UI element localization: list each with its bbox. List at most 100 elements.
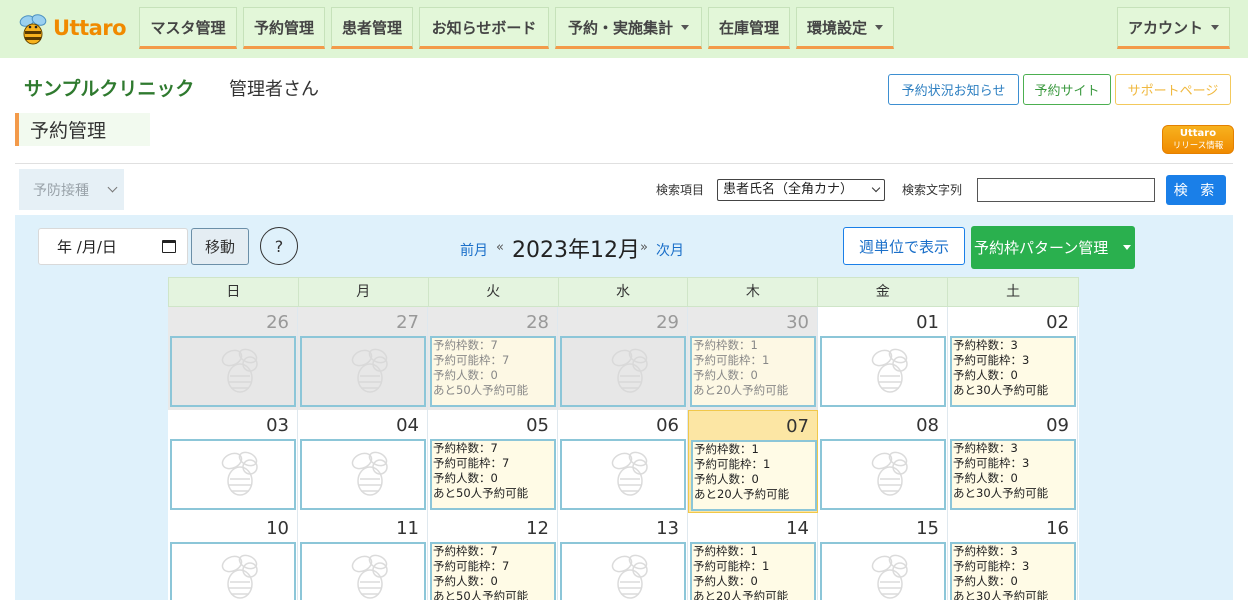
calendar-day-cell[interactable]: 03: [168, 410, 298, 513]
page-title-text: 予約管理: [30, 120, 107, 142]
empty-day-box[interactable]: [170, 542, 296, 600]
reservation-slot-box[interactable]: 予約枠数：7 予約可能枠：7 予約人数：0 あと50人予約可能: [430, 542, 556, 600]
reservation-slot-box[interactable]: 予約枠数：1 予約可能枠：1 予約人数：0 あと20人予約可能: [690, 542, 816, 600]
calendar-day-cell[interactable]: 02 予約枠数：3 予約可能枠：3 予約人数：0 あと30人予約可能: [948, 307, 1078, 410]
weekday-header: 日 月 火 水 木 金 土: [168, 277, 1079, 307]
nav-account[interactable]: アカウント: [1117, 7, 1230, 49]
reservation-slot-box[interactable]: 予約枠数：1 予約可能枠：1 予約人数：0 あと20人予約可能: [690, 336, 816, 407]
calendar-day-cell[interactable]: 13: [558, 513, 688, 600]
slot-info-line: あと50人予約可能: [433, 589, 529, 600]
prev-month-link[interactable]: 前月: [460, 240, 488, 260]
calendar-day-cell[interactable]: 07 予約枠数：1 予約可能枠：1 予約人数：0 あと20人予約可能: [688, 410, 818, 513]
search-item-label: 検索項目: [656, 183, 705, 197]
search-button[interactable]: 検 索: [1166, 175, 1226, 205]
bee-watermark-icon: [221, 451, 258, 496]
nav-reservation-label: 予約管理: [253, 18, 314, 37]
empty-day-box[interactable]: [170, 336, 296, 407]
nav-inventory[interactable]: 在庫管理: [708, 7, 790, 49]
month-calendar: 日 月 火 水 木 金 土 26 27 28 予約枠数：7 予約可能枠：7 予約人数：0 あ…: [168, 277, 1079, 600]
empty-day-box[interactable]: [300, 542, 426, 600]
calendar-day-cell[interactable]: 15: [818, 513, 948, 600]
day-number: 01: [916, 312, 939, 333]
day-number: 12: [526, 518, 549, 539]
slot-info-line: 予約可能枠：1: [693, 353, 770, 367]
reservation-slot-box[interactable]: 予約枠数：1 予約可能枠：1 予約人数：0 あと20人予約可能: [691, 440, 817, 511]
empty-day-box[interactable]: [300, 439, 426, 510]
empty-day-box[interactable]: [820, 439, 946, 510]
reservation-slot-box[interactable]: 予約枠数：7 予約可能枠：7 予約人数：0 あと50人予約可能: [430, 439, 556, 510]
calendar-day-cell[interactable]: 29: [558, 307, 688, 410]
slot-info-line: 予約枠数：3: [953, 544, 1018, 558]
empty-day-box[interactable]: [820, 542, 946, 600]
slot-info-line: 予約人数：0: [953, 368, 1018, 382]
bee-watermark-icon: [351, 451, 388, 496]
date-picker-input[interactable]: 年 /月/日: [38, 228, 188, 265]
nav-master[interactable]: マスタ管理: [139, 7, 237, 49]
slot-info-line: 予約枠数：7: [433, 338, 498, 352]
clinic-name: サンプルクリニック: [24, 78, 195, 100]
nav-notice-board-label: お知らせボード: [431, 18, 537, 37]
nav-account-label: アカウント: [1127, 18, 1203, 37]
nav-notice-board[interactable]: お知らせボード: [419, 7, 549, 49]
next-month-link[interactable]: 次月: [656, 240, 684, 260]
slot-info-line: 予約枠数：1: [694, 442, 759, 456]
reservation-slot-box[interactable]: 予約枠数：3 予約可能枠：3 予約人数：0 あと30人予約可能: [950, 542, 1076, 600]
nav-settings-label: 環境設定: [806, 18, 867, 37]
help-button[interactable]: ?: [260, 227, 298, 265]
reservation-site-button[interactable]: 予約サイト: [1023, 74, 1111, 105]
empty-day-box[interactable]: [170, 439, 296, 510]
slot-info-line: あと30人予約可能: [953, 589, 1049, 600]
calendar-day-cell[interactable]: 01: [818, 307, 948, 410]
calendar-day-cell[interactable]: 28 予約枠数：7 予約可能枠：7 予約人数：0 あと50人予約可能: [428, 307, 558, 410]
calendar-day-cell[interactable]: 16 予約枠数：3 予約可能枠：3 予約人数：0 あと30人予約可能: [948, 513, 1078, 600]
calendar-day-cell[interactable]: 08: [818, 410, 948, 513]
reservation-slot-box[interactable]: 予約枠数：7 予約可能枠：7 予約人数：0 あと50人予約可能: [430, 336, 556, 407]
nav-summary[interactable]: 予約・実施集計: [555, 7, 702, 49]
day-number: 27: [396, 312, 419, 333]
calendar-day-cell[interactable]: 10: [168, 513, 298, 600]
empty-day-box[interactable]: [560, 542, 686, 600]
uttaro-logo[interactable]: Uttaro: [14, 10, 127, 48]
move-button[interactable]: 移動: [191, 228, 249, 265]
nav-summary-label: 予約・実施集計: [567, 18, 673, 37]
search-item-select[interactable]: 患者氏名（全角カナ）: [717, 179, 885, 201]
slot-info-line: 予約人数：0: [953, 471, 1018, 485]
support-page-button[interactable]: サポートページ: [1115, 74, 1231, 105]
calendar-icon[interactable]: [162, 240, 176, 253]
bee-watermark-icon: [221, 348, 258, 393]
calendar-day-cell[interactable]: 26: [168, 307, 298, 410]
empty-day-box[interactable]: [560, 439, 686, 510]
search-item-value: 患者氏名（全角カナ）: [723, 182, 854, 197]
slot-info-line: 予約人数：0: [433, 471, 498, 485]
slot-pattern-button[interactable]: 予約枠パターン管理: [971, 226, 1135, 269]
slot-info-line: 予約枠数：1: [693, 544, 758, 558]
category-select[interactable]: 予防接種: [19, 169, 124, 210]
calendar-day-cell[interactable]: 27: [298, 307, 428, 410]
calendar-day-cell[interactable]: 09 予約枠数：3 予約可能枠：3 予約人数：0 あと30人予約可能: [948, 410, 1078, 513]
nav-reservation[interactable]: 予約管理: [243, 7, 325, 49]
calendar-day-cell[interactable]: 04: [298, 410, 428, 513]
date-picker-placeholder: 年 /月/日: [57, 238, 117, 256]
nav-patients[interactable]: 患者管理: [331, 7, 413, 49]
calendar-day-cell[interactable]: 05 予約枠数：7 予約可能枠：7 予約人数：0 あと50人予約可能: [428, 410, 558, 513]
calendar-day-cell[interactable]: 06: [558, 410, 688, 513]
slot-info-line: あと50人予約可能: [433, 486, 529, 500]
calendar-day-cell[interactable]: 30 予約枠数：1 予約可能枠：1 予約人数：0 あと20人予約可能: [688, 307, 818, 410]
empty-day-box[interactable]: [560, 336, 686, 407]
calendar-day-cell[interactable]: 14 予約枠数：1 予約可能枠：1 予約人数：0 あと20人予約可能: [688, 513, 818, 600]
reservation-slot-box[interactable]: 予約枠数：3 予約可能枠：3 予約人数：0 あと30人予約可能: [950, 439, 1076, 510]
calendar-day-cell[interactable]: 12 予約枠数：7 予約可能枠：7 予約人数：0 あと50人予約可能: [428, 513, 558, 600]
prev-arrow-icon: «: [496, 240, 504, 255]
calendar-day-cell[interactable]: 11: [298, 513, 428, 600]
release-info-badge[interactable]: Uttaro リリース情報: [1162, 125, 1234, 154]
week-view-button[interactable]: 週単位で表示: [843, 227, 965, 265]
slot-info-line: 予約人数：0: [433, 368, 498, 382]
empty-day-box[interactable]: [300, 336, 426, 407]
search-text-input[interactable]: [977, 178, 1155, 202]
nav-settings[interactable]: 環境設定: [796, 7, 894, 49]
reservation-notice-button[interactable]: 予約状況お知らせ: [888, 74, 1019, 105]
empty-day-box[interactable]: [820, 336, 946, 407]
chevron-down-icon: [1211, 24, 1219, 30]
reservation-slot-box[interactable]: 予約枠数：3 予約可能枠：3 予約人数：0 あと30人予約可能: [950, 336, 1076, 407]
slot-pattern-label: 予約枠パターン管理: [974, 239, 1109, 257]
